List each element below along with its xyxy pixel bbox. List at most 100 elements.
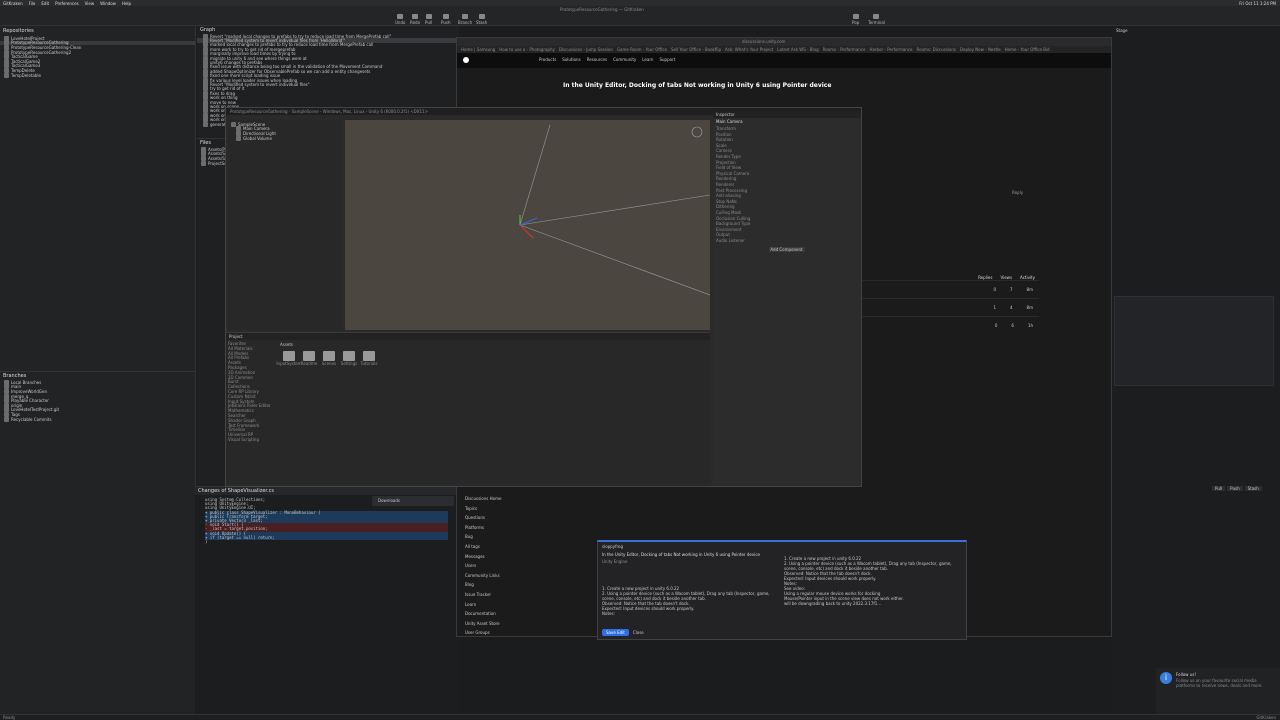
browser-tab[interactable]: Ask: What's Your Project bbox=[725, 47, 773, 52]
right-panel: Stage Pull Push Stash bbox=[1112, 26, 1280, 716]
pop-button[interactable]: Pop bbox=[852, 14, 859, 25]
notice-title: Follow us! bbox=[1176, 672, 1197, 677]
hierarchy-panel: SampleScene Main Camera Directional Light G… bbox=[228, 120, 343, 330]
asset-item[interactable]: InputSystem bbox=[276, 351, 302, 366]
forum-sidebar-item[interactable]: Bug bbox=[465, 534, 525, 544]
browser-tab[interactable]: Harbor - Performance bbox=[869, 47, 912, 52]
pull-icon bbox=[425, 14, 432, 19]
folder-icon bbox=[283, 351, 295, 361]
stash-action-button[interactable]: Stash bbox=[1244, 486, 1262, 491]
forum-sidebar-item[interactable]: Community Links bbox=[465, 573, 525, 583]
browser-tab[interactable]: Deploy Now - Nestle bbox=[960, 47, 1001, 52]
browser-tab[interactable]: Game Room - Your Office bbox=[617, 47, 667, 52]
add-component-button[interactable]: Add Component bbox=[768, 247, 805, 253]
site-nav-item[interactable]: Products bbox=[539, 57, 556, 62]
col-replies: Replies bbox=[978, 275, 993, 280]
menu-item[interactable]: Help bbox=[122, 1, 131, 6]
scene-view[interactable] bbox=[345, 120, 710, 330]
forum-sidebar-item[interactable]: Topics bbox=[465, 506, 525, 516]
browser-tab[interactable]: How to use a - Photography bbox=[499, 47, 555, 52]
branch-button[interactable]: Branch bbox=[458, 14, 472, 25]
menu-item[interactable]: File bbox=[29, 1, 36, 6]
forum-sidebar: Discussions Home Topics Questions Platforms… bbox=[465, 496, 525, 636]
browser-tab[interactable]: Home | Samsung bbox=[461, 47, 495, 52]
forum-sidebar-item[interactable]: Blog bbox=[465, 582, 525, 592]
branch-item[interactable]: Recyclable Commits bbox=[0, 416, 195, 422]
unity-editor: PrototypeResourceGathering - SampleScene… bbox=[225, 107, 862, 487]
forum-sidebar-item[interactable]: Issue Tracker bbox=[465, 592, 525, 602]
asset-item[interactable]: Tutorials bbox=[361, 351, 377, 366]
notice-body: Follow us on your favourite social media… bbox=[1176, 678, 1263, 688]
terminal-button[interactable]: Terminal bbox=[868, 14, 885, 25]
forum-sidebar-item[interactable]: Learn bbox=[465, 602, 525, 612]
close-button[interactable]: Close bbox=[633, 630, 644, 635]
modal-line: Notes: bbox=[602, 611, 615, 616]
x-axis-gizmo[interactable] bbox=[519, 224, 534, 239]
forum-sidebar-item[interactable]: User Groups bbox=[465, 630, 525, 636]
site-nav-item[interactable]: Support bbox=[659, 57, 675, 62]
asset-item[interactable]: Readme bbox=[300, 351, 318, 366]
forum-sidebar-item[interactable]: Unity Asset Store bbox=[465, 621, 525, 631]
forum-sidebar-item[interactable]: Platforms bbox=[465, 525, 525, 535]
push-action-button[interactable]: Push bbox=[1227, 486, 1243, 491]
hierarchy-item[interactable]: Global Volume bbox=[230, 135, 341, 141]
menu-item[interactable]: Preferences bbox=[55, 1, 79, 6]
stash-icon bbox=[478, 14, 485, 19]
undo-button[interactable]: Undo bbox=[395, 14, 405, 25]
modal-line: 2. Using a pointer device (such as a Wac… bbox=[602, 591, 770, 601]
replies-count: 0 bbox=[994, 323, 998, 328]
forum-sidebar-item[interactable]: Discussions Home bbox=[465, 496, 525, 506]
asset-label: Scenes bbox=[321, 361, 337, 366]
repo-item[interactable]: TempDeletable bbox=[0, 72, 195, 78]
orientation-gizmo-icon[interactable] bbox=[691, 126, 703, 138]
site-nav-item[interactable]: Solutions bbox=[562, 57, 580, 62]
url-bar[interactable]: discussions.unity.com bbox=[742, 39, 785, 44]
site-nav-item[interactable]: Community bbox=[613, 57, 636, 62]
menu-item[interactable]: Edit bbox=[41, 1, 49, 6]
stash-button[interactable]: Stash bbox=[476, 14, 487, 25]
browser-tab[interactable]: Sell Your Office - Bookflip bbox=[671, 47, 721, 52]
browser-tab[interactable]: Discussions - Jump Session bbox=[559, 47, 613, 52]
forum-sidebar-item[interactable]: All tags bbox=[465, 544, 525, 554]
save-edit-button[interactable]: Save Edit bbox=[602, 629, 629, 636]
site-nav-item[interactable]: Resources bbox=[587, 57, 607, 62]
stage-box bbox=[1114, 296, 1274, 386]
push-button[interactable]: Push bbox=[441, 14, 451, 25]
menu-item[interactable]: View bbox=[85, 1, 95, 6]
reply-button[interactable]: Reply bbox=[1012, 190, 1023, 195]
asset-item[interactable]: Scenes bbox=[322, 351, 336, 366]
project-tree: Favorites All Materials All Models All Pref… bbox=[228, 341, 278, 442]
pull-action-button[interactable]: Pull bbox=[1212, 486, 1226, 491]
inspector-panel: Inspector Main Camera Transform Position R… bbox=[713, 111, 860, 485]
menu-item[interactable]: GitKraken bbox=[3, 1, 23, 6]
downloads-label: Downloads bbox=[378, 498, 400, 503]
forum-sidebar-item[interactable]: Users bbox=[465, 563, 525, 573]
project-tree-item[interactable]: Visual Scripting bbox=[228, 437, 278, 442]
toolbar: PrototypeResourceGathering — GitKraken U… bbox=[0, 6, 1280, 26]
browser-tab[interactable]: Latest Ask WS - Blog bbox=[777, 47, 818, 52]
pull-button[interactable]: Pull bbox=[425, 14, 432, 25]
activity-count: 8m bbox=[1026, 287, 1033, 292]
menu-item[interactable]: Window bbox=[100, 1, 116, 6]
downloads-popup[interactable]: Downloads bbox=[372, 496, 454, 506]
modal-editor[interactable]: 1. Create a new project in unity 6.0.22 2… bbox=[602, 586, 774, 616]
forum-sidebar-item[interactable]: Messages bbox=[465, 554, 525, 564]
modal-user: sloppyfrog bbox=[602, 544, 624, 549]
asset-item[interactable]: Settings bbox=[341, 351, 357, 366]
browser-tab[interactable]: Rooms: Discussions bbox=[917, 47, 956, 52]
modal-heading[interactable]: In the Unity Editor, Docking of tabs Not… bbox=[598, 551, 778, 558]
inspector-header: Inspector bbox=[713, 111, 860, 118]
inspector-field[interactable]: Audio Listener bbox=[716, 238, 857, 244]
terminal-icon bbox=[873, 14, 880, 19]
asset-label: Readme bbox=[300, 361, 318, 366]
diff-header: Changes of ShapeVisualizer.cs bbox=[195, 487, 458, 495]
browser-tab[interactable]: Home - Your Office Bid bbox=[1005, 47, 1050, 52]
item-icon bbox=[4, 416, 9, 422]
follow-notification[interactable]: i Follow us! Follow us on your favourite… bbox=[1156, 668, 1280, 714]
replies-count: 1 bbox=[993, 305, 996, 310]
forum-sidebar-item[interactable]: Documentation bbox=[465, 611, 525, 621]
forum-sidebar-item[interactable]: Questions bbox=[465, 515, 525, 525]
redo-button[interactable]: Redo bbox=[410, 14, 420, 25]
site-nav-item[interactable]: Learn bbox=[642, 57, 653, 62]
browser-tab[interactable]: Rooms - Performance bbox=[823, 47, 866, 52]
